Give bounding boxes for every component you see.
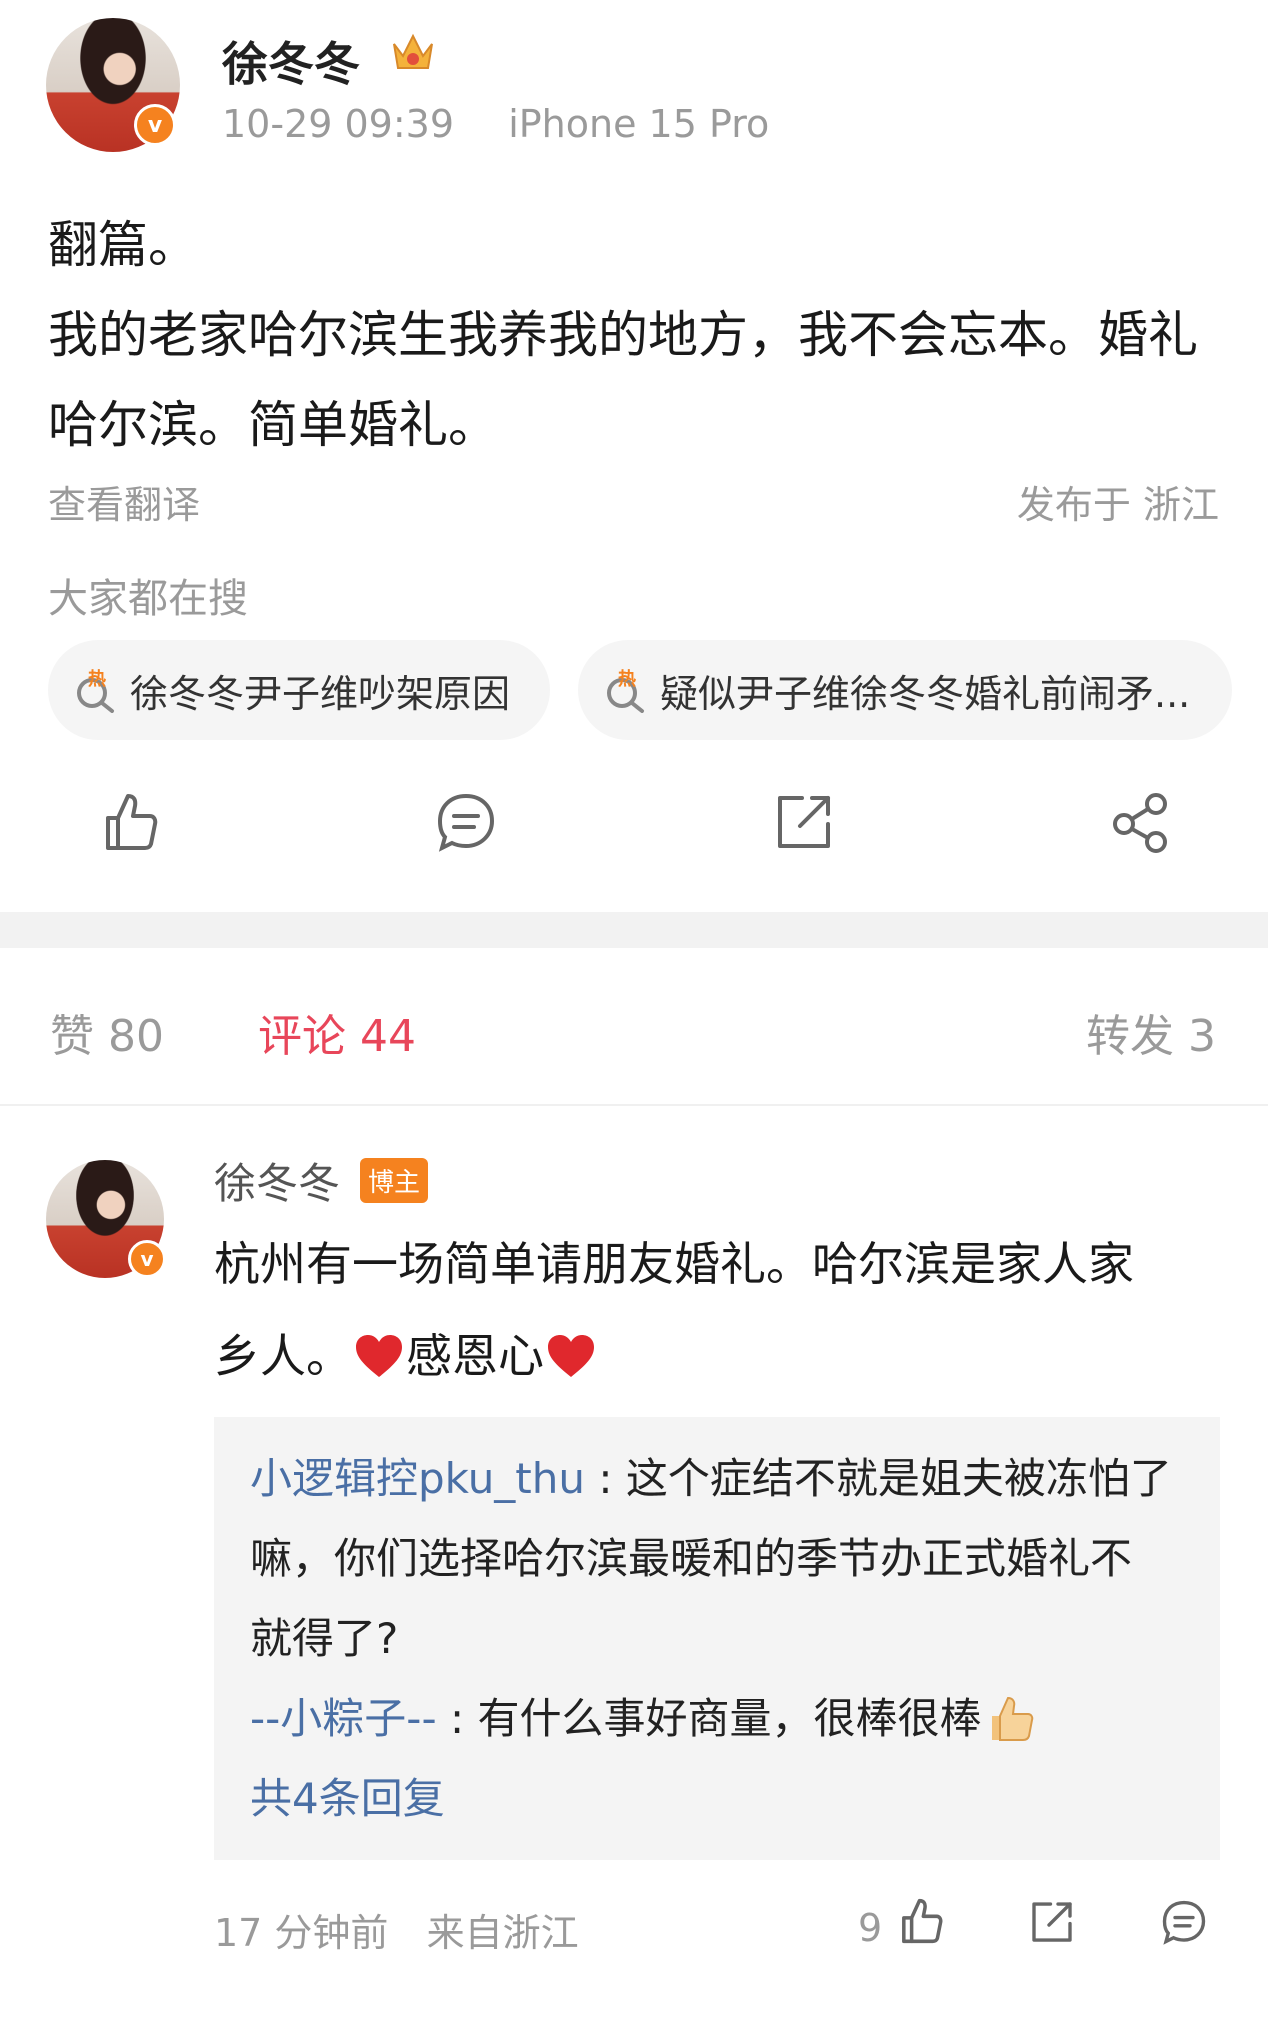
reply-user[interactable]: --小粽子-- (250, 1679, 437, 1759)
repost-icon[interactable] (772, 790, 836, 854)
author-badge: 博主 (360, 1158, 429, 1203)
svg-text:热: 热 (618, 668, 636, 690)
svg-text:热: 热 (88, 668, 106, 690)
like-icon[interactable] (98, 790, 162, 854)
comment-like-count: 9 (858, 1906, 883, 1950)
reply-user[interactable]: 小逻辑控pku_thu (250, 1454, 585, 1503)
hot-search-text: 徐冬冬尹子维吵架原因 (130, 671, 511, 716)
section-divider (0, 912, 1268, 948)
post-text-line: 我的老家哈尔滨生我养我的地方，我不会忘本。婚礼 (48, 306, 1198, 364)
tab-comments[interactable]: 评论 44 (258, 1000, 416, 1064)
comment-location: 来自浙江 (426, 1911, 579, 1955)
replies-box[interactable]: 小逻辑控pku_thu : 这个症结不就是姐夫被冻怕了 嘛，你们选择哈尔滨最暖和… (214, 1417, 1220, 1860)
post-location: 发布于 浙江 (1016, 483, 1219, 527)
comment-repost-icon[interactable] (1028, 1898, 1076, 1946)
comment-time: 17 分钟前 (214, 1911, 389, 1955)
heart-icon (548, 1335, 594, 1377)
reply-text: 这个症结不就是姐夫被冻怕了 (625, 1454, 1172, 1503)
commenter-name[interactable]: 徐冬冬 (214, 1150, 340, 1211)
comment-text-line: 感恩心 (406, 1329, 544, 1383)
post-device: iPhone 15 Pro (508, 102, 770, 146)
hot-search-chip[interactable]: 热 徐冬冬尹子维吵架原因 (48, 640, 550, 740)
reply-text: 嘛，你们选择哈尔滨最暖和的季节办正式婚礼不 (250, 1534, 1133, 1583)
comment-like-icon[interactable] (896, 1896, 946, 1946)
crown-icon (393, 33, 433, 69)
hot-search-icon: 热 (77, 668, 114, 713)
comment-icon[interactable] (434, 790, 498, 854)
author-name[interactable]: 徐冬冬 (222, 28, 360, 94)
share-icon[interactable] (1108, 790, 1172, 854)
post-text-line: 翻篇。 (48, 216, 198, 274)
comment-reply-icon[interactable] (1160, 1898, 1208, 1946)
comment-text-line: 乡人。 (214, 1329, 352, 1383)
thumbs-up-emoji-icon (991, 1696, 1033, 1741)
verified-badge: v (134, 104, 176, 146)
verified-badge: v (128, 1240, 166, 1278)
reply-text: 有什么事好商量，很棒很棒 (477, 1694, 982, 1743)
hot-search-chip[interactable]: 热 疑似尹子维徐冬冬婚礼前闹矛... (578, 640, 1232, 740)
reply-text: 就得了? (250, 1614, 399, 1663)
hot-search-text: 疑似尹子维徐冬冬婚礼前闹矛... (660, 671, 1191, 716)
tab-likes[interactable]: 赞 80 (50, 1000, 164, 1064)
post-text-line: 哈尔滨。简单婚礼。 (48, 396, 498, 454)
reply-separator: : (436, 1694, 478, 1743)
reply-separator: : (585, 1454, 626, 1503)
hot-search-icon: 热 (607, 668, 644, 713)
comment-text-line: 杭州有一场简单请朋友婚礼。哈尔滨是家人家 (214, 1237, 1134, 1291)
tabs-divider (0, 1104, 1268, 1106)
translate-link[interactable]: 查看翻译 (48, 474, 200, 529)
more-replies-link[interactable]: 共4条回复 (250, 1759, 1184, 1839)
hot-search-title: 大家都在搜 (48, 576, 248, 622)
tab-reposts[interactable]: 转发 3 (1086, 1000, 1216, 1064)
post-time: 10-29 09:39 (222, 102, 455, 146)
heart-icon (356, 1335, 402, 1377)
